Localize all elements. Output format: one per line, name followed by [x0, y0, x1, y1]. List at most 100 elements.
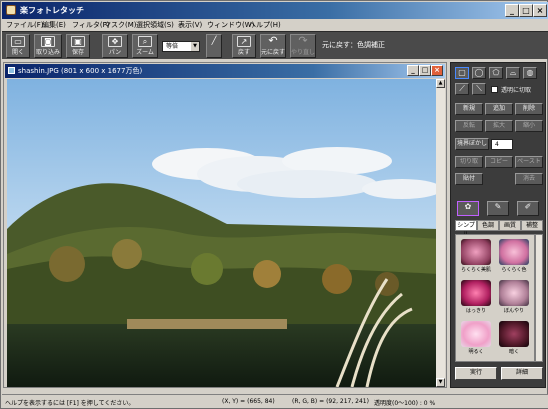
expand-button[interactable]: 拡大 [485, 120, 513, 132]
scroll-up-icon[interactable]: ▲ [436, 79, 445, 88]
cut-button[interactable]: 切り取 [455, 156, 483, 168]
pan-button[interactable]: ✥ パン [102, 34, 128, 58]
maximize-button[interactable]: □ [519, 4, 533, 17]
effect-tabs: シンプル 色調 画質 補整 [455, 220, 543, 238]
rect-select-tool[interactable]: ▢ [455, 67, 469, 79]
import-button[interactable]: ◙ 取り込み [34, 34, 62, 58]
undo-icon: ↶ [268, 34, 278, 47]
add-selection-button[interactable]: 追加 [485, 103, 513, 115]
effect-item[interactable]: らくらく色 [497, 237, 531, 275]
status-rgb: (R, G, B) = (92, 217, 241) [292, 398, 369, 405]
title-bar: 楽フォトレタッチ _ □ × [2, 2, 548, 19]
photo-canvas[interactable] [7, 79, 439, 387]
wand-icon[interactable]: ⟋ [455, 83, 469, 95]
menu-file[interactable]: ファイル(F) [6, 20, 44, 30]
open-button[interactable]: ▭ 開く [6, 34, 30, 58]
effect-item[interactable]: ぼんやり [497, 278, 531, 316]
redo-icon: ↷ [298, 34, 308, 47]
app-icon [6, 5, 16, 15]
menu-view[interactable]: 表示(V) [178, 20, 202, 30]
copy-button[interactable]: コピー [485, 156, 513, 168]
effect-item[interactable]: らくらく美肌 [459, 237, 493, 275]
effect-list: らくらく美肌 らくらく色 はっきり ぼんやり 明るく 暗く [455, 234, 535, 362]
tab-correction[interactable]: 補整 [521, 220, 543, 231]
menu-bar: ファイル(F) 編集(E) フィルタ(P) マスク(M) 選択領域(S) 表示(… [2, 19, 548, 31]
diagonal-icon: ╱ [211, 36, 217, 45]
brush-tab-icon[interactable]: ✎ [487, 201, 509, 216]
app-title: 楽フォトレタッチ [20, 6, 84, 15]
doc-close-button[interactable]: × [431, 65, 443, 76]
save-button[interactable]: ▣ 保存 [66, 34, 90, 58]
document-window: shashin.JPG (801 x 600 x 1677万色) _ □ × ▲… [3, 62, 447, 388]
erase-button[interactable]: 消去 [515, 173, 543, 185]
tools-tab-icon[interactable]: ✐ [517, 201, 539, 216]
revert-icon: ↗ [237, 36, 251, 47]
revert-button[interactable]: ↗ 戻す [232, 34, 256, 58]
menu-window[interactable]: ウィンドウ(W) [207, 20, 254, 30]
document-title-bar: shashin.JPG (801 x 600 x 1677万色) _ □ × [5, 64, 445, 78]
ellipse-select-tool[interactable]: ◯ [472, 67, 486, 79]
rose-thumbnail [499, 280, 529, 306]
effect-item[interactable]: はっきり [459, 278, 493, 316]
app-window: 楽フォトレタッチ _ □ × ファイル(F) 編集(E) フィルタ(P) マスク… [0, 0, 548, 409]
chevron-down-icon: ▼ [191, 42, 199, 51]
undo-button[interactable]: ↶ 元に戻す [260, 34, 286, 58]
brush-icon[interactable]: ⟍ [472, 83, 486, 95]
menu-mask[interactable]: マスク(M) [104, 20, 137, 30]
tab-simple[interactable]: シンプル [455, 220, 477, 238]
polygon-select-tool[interactable]: ⬠ [489, 67, 503, 79]
doc-minimize-button[interactable]: _ [407, 65, 419, 76]
fit-button[interactable]: ╱ [206, 34, 222, 58]
rose-thumbnail [499, 239, 529, 265]
rose-thumbnail [461, 321, 491, 347]
landscape-photo [7, 79, 439, 387]
toolbar: ▭ 開く ◙ 取り込み ▣ 保存 ✥ パン ⌕ ズーム 等倍 ▼ ╱ ↗ 戻す ↶ 元に戻す ↷… [2, 31, 548, 59]
effect-list-scrollbar[interactable] [535, 234, 543, 362]
menu-edit[interactable]: 編集(E) [42, 20, 66, 30]
document-title: shashin.JPG (801 x 600 x 1677万色) [18, 67, 143, 75]
minimize-button[interactable]: _ [505, 4, 519, 17]
vertical-scrollbar[interactable]: ▲ ▼ [436, 79, 445, 387]
rose-thumbnail [461, 280, 491, 306]
rose-thumbnail [499, 321, 529, 347]
zoom-button[interactable]: ⌕ ズーム [132, 34, 158, 58]
effects-tab-icon[interactable]: ✿ [457, 201, 479, 216]
status-bar: ヘルプを表示するには [F1] を押してください。 (X, Y) = (665,… [2, 394, 548, 408]
undo-status-label: 元に戻す：色調補正 [322, 41, 385, 49]
tab-quality[interactable]: 画質 [499, 220, 521, 231]
transparent-label: 透明に切取 [501, 87, 532, 94]
blur-label: 境界ぼかし [455, 138, 489, 150]
effect-item[interactable]: 明るく [459, 319, 493, 357]
scroll-down-icon[interactable]: ▼ [436, 378, 445, 387]
attach-button[interactable]: 貼付 [455, 173, 483, 185]
doc-maximize-button[interactable]: □ [419, 65, 431, 76]
invert-button[interactable]: 反転 [455, 120, 483, 132]
freehand-select-tool[interactable]: ⌓ [506, 67, 520, 79]
paste-button[interactable]: ペースト [515, 156, 543, 168]
camera-icon: ◙ [41, 36, 55, 47]
pan-icon: ✥ [108, 36, 122, 47]
effect-item[interactable]: 暗く [497, 319, 531, 357]
menu-help[interactable]: ヘルプ(H) [249, 20, 281, 30]
save-icon: ▣ [71, 36, 85, 47]
rose-thumbnail [461, 239, 491, 265]
transparent-checkbox[interactable] [491, 86, 498, 93]
menu-selection[interactable]: 選択領域(S) [136, 20, 174, 30]
close-button[interactable]: × [533, 4, 547, 17]
status-opacity: 透明度(0～100) : 0 % [374, 400, 436, 407]
apply-button[interactable]: 実行 [455, 367, 497, 380]
detail-button[interactable]: 詳細 [501, 367, 543, 380]
magnifier-icon: ⌕ [138, 36, 152, 47]
redo-button[interactable]: ↷ やり直し [290, 34, 316, 58]
delete-selection-button[interactable]: 削除 [515, 103, 543, 115]
tab-color[interactable]: 色調 [477, 220, 499, 231]
blur-value-input[interactable]: 4 [491, 139, 513, 150]
status-coords: (X, Y) = (665, 84) [222, 398, 275, 405]
color-select-tool[interactable]: ◍ [523, 67, 537, 79]
status-help: ヘルプを表示するには [F1] を押してください。 [5, 400, 135, 407]
zoom-select[interactable]: 等倍 ▼ [162, 41, 200, 52]
new-selection-button[interactable]: 新規 [455, 103, 483, 115]
image-icon [8, 67, 15, 74]
shrink-button[interactable]: 縮小 [515, 120, 543, 132]
tool-panel: ▢ ◯ ⬠ ⌓ ◍ ⟋ ⟍ 透明に切取 新規 追加 削除 反転 拡大 縮小 境界… [450, 62, 546, 388]
